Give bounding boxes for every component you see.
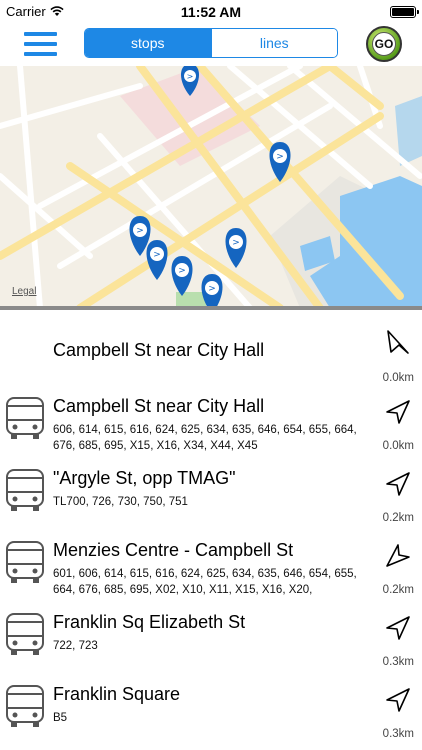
stop-routes: B5 <box>53 712 68 724</box>
list-item[interactable]: Franklin Square B5 0.3km <box>0 672 422 744</box>
go-label: GO <box>372 32 396 56</box>
stop-distance: 0.2km <box>382 512 414 524</box>
map-legal-link[interactable]: Legal <box>12 286 36 297</box>
list-item[interactable]: "Argyle St, opp TMAG" TL700, 726, 730, 7… <box>0 456 422 528</box>
location-arrow-icon[interactable] <box>384 398 412 426</box>
bus-icon <box>6 469 44 511</box>
stop-name: Campbell St near City Hall <box>53 396 265 416</box>
view-segmented-control: stops lines <box>84 28 338 58</box>
location-arrow-icon[interactable] <box>384 328 412 356</box>
stop-distance: 0.0km <box>382 440 414 452</box>
svg-text:>: > <box>153 250 161 260</box>
list-item[interactable]: Campbell St near City Hall 606, 614, 615… <box>0 384 422 456</box>
location-arrow-icon[interactable] <box>384 614 412 642</box>
svg-text:>: > <box>178 266 186 276</box>
clock: 11:52 AM <box>180 4 242 20</box>
stop-name: "Argyle St, opp TMAG" <box>53 468 236 488</box>
svg-text:>: > <box>276 152 284 162</box>
location-arrow-icon[interactable] <box>384 470 412 498</box>
svg-text:>: > <box>187 72 194 81</box>
stop-routes: TL700, 726, 730, 750, 751 <box>53 496 188 508</box>
tab-stops[interactable]: stops <box>85 29 211 57</box>
hamburger-menu-icon[interactable] <box>24 30 57 58</box>
stop-routes: 606, 614, 615, 616, 624, 625, 634, 635, … <box>53 424 357 452</box>
stop-name: Franklin Sq Elizabeth St <box>53 612 246 632</box>
bus-icon <box>6 613 44 655</box>
battery-icon <box>390 6 419 18</box>
map-canvas: > > > > > > > <box>0 66 422 308</box>
svg-text:>: > <box>232 238 240 248</box>
bus-icon <box>6 685 44 727</box>
stop-routes: 601, 606, 614, 615, 616, 624, 625, 634, … <box>53 568 357 596</box>
bus-icon <box>6 541 44 583</box>
location-arrow-icon[interactable] <box>384 542 412 570</box>
tab-lines[interactable]: lines <box>210 29 337 57</box>
stop-distance: 0.3km <box>382 728 414 740</box>
go-button[interactable]: GO <box>366 26 402 62</box>
stop-distance: 0.3km <box>382 656 414 668</box>
map-view[interactable]: > > > > > > > Legal <box>0 66 422 308</box>
stop-name: Franklin Square <box>53 684 181 704</box>
stop-name: Menzies Centre - Campbell St <box>53 540 294 560</box>
stop-name: Campbell St near City Hall <box>53 340 265 360</box>
stop-distance: 0.2km <box>382 584 414 596</box>
stop-distance: 0.0km <box>382 372 414 384</box>
bus-icon <box>6 397 44 439</box>
svg-text:>: > <box>136 226 144 236</box>
list-item[interactable]: Franklin Sq Elizabeth St 722, 723 0.3km <box>0 600 422 672</box>
location-arrow-icon[interactable] <box>384 686 412 714</box>
stop-routes: 722, 723 <box>53 640 98 652</box>
stops-list: Campbell St near City Hall 0.0km Campbel… <box>0 310 422 750</box>
status-bar: Carrier 11:52 AM <box>0 0 422 24</box>
svg-text:>: > <box>208 284 216 294</box>
list-item-current-location[interactable]: Campbell St near City Hall 0.0km <box>0 312 422 384</box>
list-item[interactable]: Menzies Centre - Campbell St 601, 606, 6… <box>0 528 422 600</box>
header: stops lines GO <box>0 24 422 66</box>
